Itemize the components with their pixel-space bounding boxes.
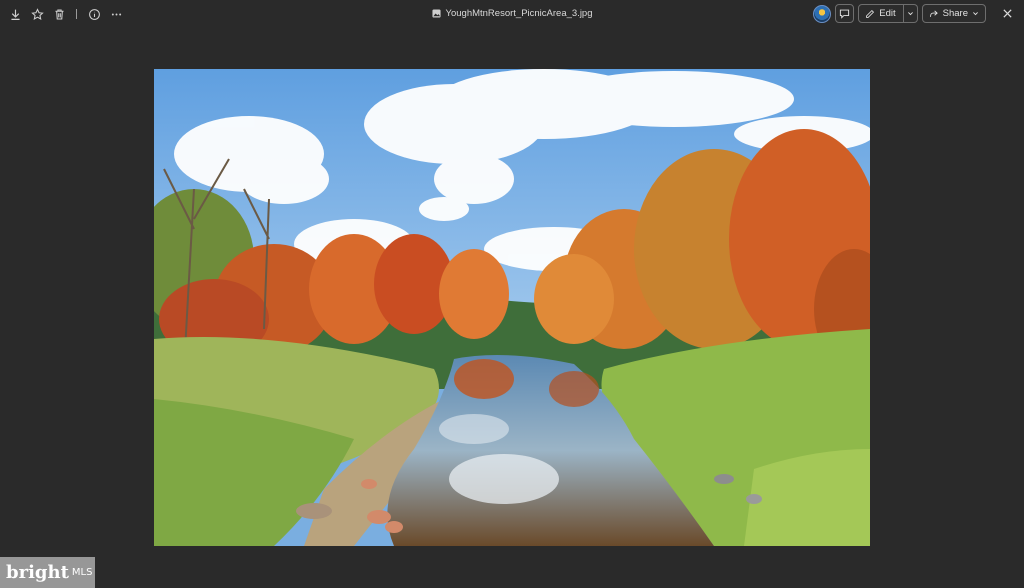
avatar[interactable]: [813, 4, 832, 23]
edit-dropdown-button[interactable]: [903, 4, 918, 23]
image-file-icon: [431, 9, 441, 18]
pencil-icon: [866, 9, 875, 18]
edit-button[interactable]: Edit: [858, 4, 904, 23]
landscape-image: [154, 69, 870, 546]
comment-button[interactable]: [835, 4, 855, 23]
chevron-down-icon: [907, 12, 913, 16]
edit-button-group: Edit: [858, 4, 918, 23]
viewer-toolbar: YoughMtnResort_PicnicArea_3.jpg Edit Sha…: [0, 0, 1024, 30]
close-icon[interactable]: [998, 5, 1016, 23]
toolbar-right-group: Edit Share: [813, 4, 1016, 23]
watermark: bright MLS: [0, 557, 95, 588]
filename-label: YoughMtnResort_PicnicArea_3.jpg: [445, 8, 593, 19]
share-icon: [929, 10, 938, 17]
edit-label: Edit: [879, 8, 896, 19]
watermark-suffix: MLS: [71, 567, 93, 578]
share-button[interactable]: Share: [921, 4, 986, 23]
comment-icon: [840, 9, 850, 19]
photo-preview[interactable]: [154, 69, 870, 546]
watermark-brand: bright: [6, 562, 69, 583]
chevron-down-icon: [973, 12, 978, 16]
share-label: Share: [942, 8, 968, 19]
